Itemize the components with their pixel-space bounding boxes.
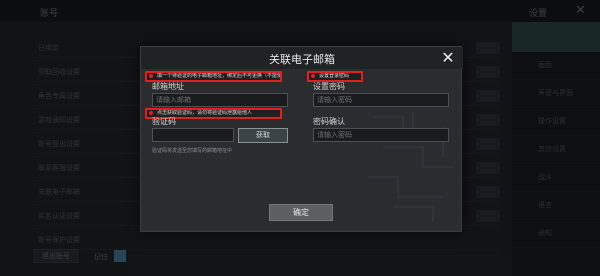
code-label: 验证码 <box>152 117 176 126</box>
link-email-dialog: 关联电子邮箱 ✕ 填一个待验证的电子邮箱地址，绑定后不可更换（不能使用QQ邮箱）… <box>140 46 463 232</box>
email-label: 邮箱地址 <box>152 82 184 91</box>
circuit-pattern <box>368 112 453 222</box>
confirm-password-field[interactable] <box>313 128 449 142</box>
fetch-code-button[interactable]: 获取 <box>238 128 288 143</box>
code-field[interactable] <box>152 128 234 142</box>
dialog-title: 关联电子邮箱 <box>269 53 335 66</box>
confirm-button[interactable]: 确定 <box>269 204 333 221</box>
dialog-header: 关联电子邮箱 ✕ <box>141 47 463 69</box>
code-note: 验证码将发送至您填写的邮箱地址中 <box>152 148 233 154</box>
password-label: 设置密码 <box>313 82 345 91</box>
email-field[interactable] <box>152 93 288 107</box>
close-icon[interactable]: ✕ <box>439 49 457 67</box>
confirm-password-label: 密码确认 <box>313 117 345 126</box>
password-field[interactable] <box>313 93 449 107</box>
